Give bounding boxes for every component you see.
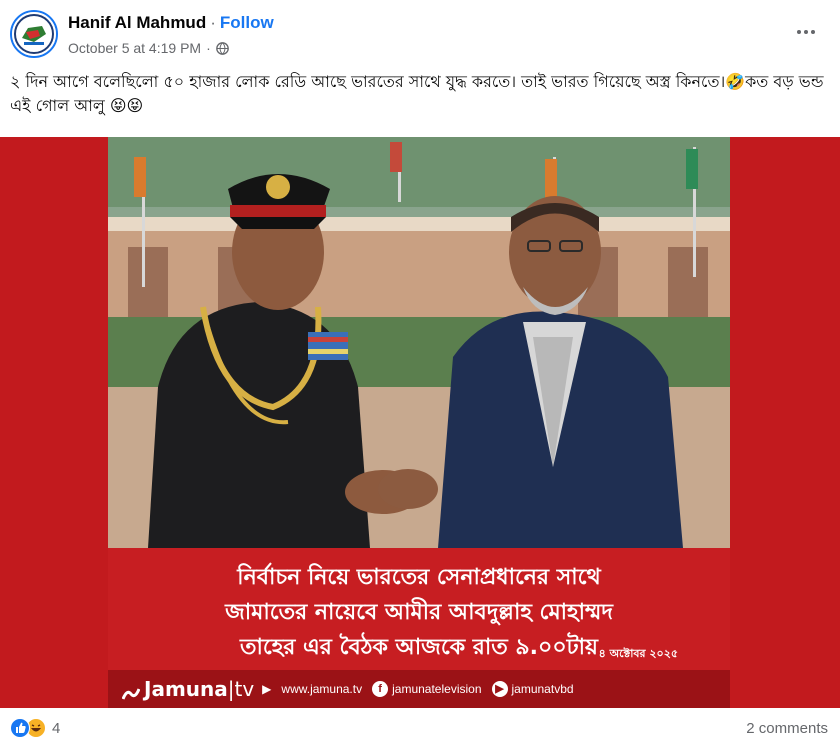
news-date: ৪ অক্টোবর ২০২৫ [598,647,678,660]
author-name[interactable]: Hanif Al Mahmud [68,13,206,32]
post-image[interactable]: নির্বাচন নিয়ে ভারতের সেনাপ্রধানের সাথে … [0,137,840,708]
brand-bar: Jamuna |tv ▶ www.jamuna.tv f jamunatelevis… [108,670,730,708]
youtube-icon: ▶ [491,681,508,697]
headline-line-2: জামাতের নায়েবে আমীর আবদুল্লাহ মোহাম্মদ [225,600,613,625]
news-photo [108,137,730,548]
more-options-icon[interactable] [794,22,818,42]
like-icon [10,718,30,738]
facebook-handle: jamunatelevision [392,682,482,696]
youtube-handle: jamunatvbd [511,682,574,696]
follow-button[interactable]: Follow [220,13,274,32]
post-header: Hanif Al Mahmud · Follow October 5 at 4:19… [0,0,840,66]
reaction-count: 4 [52,719,61,737]
post-footer: 4 2 comments [0,708,840,747]
brand-website: www.jamuna.tv [281,682,363,696]
meta-separator-dot: · [206,40,211,56]
jamuna-logo-mark-icon [121,682,141,700]
jamuna-logo: Jamuna |tv [121,677,255,701]
play-arrow-icon: ▶ [262,682,272,696]
comments-count-link[interactable]: 2 comments [746,720,828,737]
brand-name: Jamuna [144,677,228,701]
avatar[interactable] [10,10,58,58]
post-caption: ২ দিন আগে বলেছিলো ৫০ হাজার লোক রেডি আছে … [10,72,824,115]
separator-dot: · [210,13,216,32]
news-card: নির্বাচন নিয়ে ভারতের সেনাপ্রধানের সাথে … [108,137,730,708]
globe-icon [215,41,229,55]
brand-tv: |tv [227,677,255,701]
headline-line-1: নির্বাচন নিয়ে ভারতের সেনাপ্রধানের সাথে [237,565,601,590]
reactions-summary[interactable]: 4 [10,718,60,738]
brand-facebook: f jamunatelevision [372,681,482,697]
avatar-image [12,12,56,56]
brand-youtube: ▶ jamunatvbd [491,681,574,697]
post-timestamp[interactable]: October 5 at 4:19 PM [68,40,201,56]
facebook-icon: f [372,681,389,697]
